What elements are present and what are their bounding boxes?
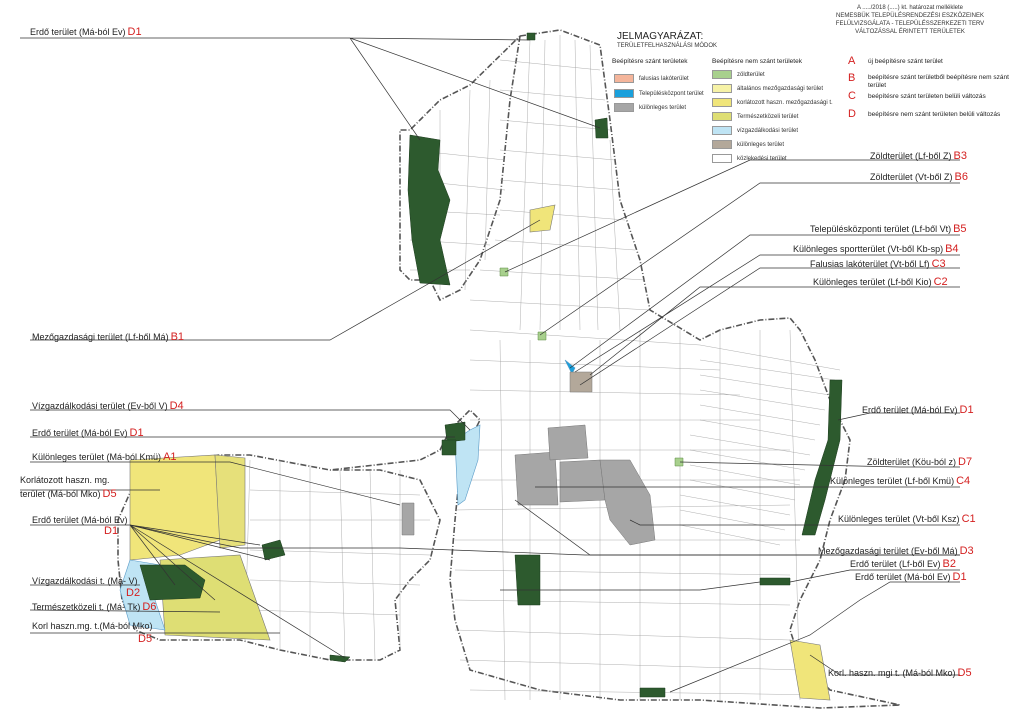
header-line-3: FELÜLVIZSGÁLATA - TELEPÜLÉSSZERKEZETI TE…	[835, 21, 985, 27]
legend-swatch	[614, 74, 634, 83]
annotation-d1-bottom: Erdő terület (Má-ból Ev) D1	[855, 571, 967, 583]
annotation-b2: Erdő terület (Lf-ből Ev) B2	[850, 558, 957, 570]
annotation-d1-top: Erdő terület (Má-ból Ev) D1	[30, 26, 142, 38]
change-text-d: beépítésre nem szánt területen belüli vá…	[868, 111, 1001, 118]
annotation-d5-left-1: Korlátozott haszn. mg.	[20, 475, 110, 485]
legend-swatch	[614, 89, 634, 98]
legend-item-vizgazdalkodasi: vízgazdálkodási terület	[712, 126, 798, 135]
header-line-1: A ...../2018 (.....) kt. határozat mellé…	[856, 5, 964, 11]
legend-swatch	[712, 126, 732, 135]
legend-swatch	[712, 112, 732, 121]
change-key-c: C	[848, 90, 856, 102]
annotation-d5-left-3: Korl haszn.mg. t.(Má-ból Mko)	[32, 621, 153, 631]
legend-item-kulonleges-unbuilt: különleges terület	[712, 140, 784, 149]
annotation-c2: Különleges terület (Lf-ből Kio) C2	[813, 276, 948, 288]
legend-item-kulonleges: különleges terület	[614, 103, 686, 112]
annotation-d1-right: Erdő terület (Má-ból Ev) D1	[862, 404, 974, 416]
legend-swatch	[712, 84, 732, 93]
change-key-b: B	[848, 72, 856, 84]
change-text-a: új beépítésre szánt terület	[868, 58, 943, 65]
legend-item-telepuleskozpont: Településközpont terület	[614, 89, 704, 98]
annotation-c1: Különleges terület (Vt-ből Ksz) C1	[838, 513, 976, 525]
change-text-c: beépítésre szánt területen belüli változ…	[868, 93, 986, 100]
legend-unbuilt-heading: Beépítésre nem szánt területek	[712, 58, 802, 65]
annotation-b5: Településközponti terület (Lf-ből Vt) B5	[810, 223, 967, 235]
legend-item-zold: zöldterület	[712, 70, 765, 79]
annotation-b6: Zöldterület (Vt-ből Z) B6	[870, 171, 968, 183]
annotation-d1-left: Erdő terület (Má-ból Ev)	[32, 515, 128, 525]
annotation-c4: Különleges terület (Lf-ből Kmü) C4	[830, 475, 971, 487]
change-key-d: D	[848, 108, 856, 120]
annotation-d5-left-2: terület (Má-ból Mko) D5	[20, 488, 117, 500]
header-line-2: NEMESBÜK TELEPÜLÉSRENDEZÉSI ESZKÖZEINEK	[836, 13, 984, 19]
annotation-d2: Vízgazdálkodási t. (Má- V)	[32, 576, 138, 586]
legend-title: JELMAGYARÁZAT:	[617, 31, 704, 42]
annotation-d5-left-3-code: D5	[138, 633, 153, 645]
document-header: A ...../2018 (.....) kt. határozat mellé…	[800, 4, 1020, 36]
annotation-d1-left-code: D1	[104, 525, 119, 537]
annotation-d5-right: Korl. haszn. mgi t. (Má-ból Mko) D5	[828, 667, 972, 679]
annotation-d4: Vízgazdálkodási terület (Ev-ből V) D4	[32, 400, 184, 412]
legend-item-falusias: falusias lakóterület	[614, 74, 689, 83]
annotation-b3: Zöldterület (Lf-ből Z) B3	[870, 150, 967, 162]
legend-swatch	[712, 98, 732, 107]
header-line-4: VÁLTOZÁSSAL ÉRINTETT TERÜLETEK	[855, 29, 965, 35]
legend-swatch	[614, 103, 634, 112]
annotation-d3: Mezőgazdasági terület (Ev-ből Má) D3	[818, 545, 974, 557]
legend-swatch	[712, 70, 732, 79]
change-text-b: beépítésre szánt területből beépítésre n…	[868, 74, 1009, 89]
annotation-d1-mid: Erdő terület (Má-ból Ev) D1	[32, 427, 144, 439]
legend-swatch	[712, 154, 732, 163]
annotation-a1: Különleges terület (Má-ból Kmü) A1	[32, 451, 177, 463]
change-key-a: A	[848, 55, 856, 67]
legend-built-heading: Beépítésre szánt területek	[612, 58, 688, 65]
legend-item-altalanos-mg: általános mezőgazdasági terület	[712, 84, 823, 93]
annotation-d2-code: D2	[126, 587, 141, 599]
annotation-b1: Mezőgazdasági terület (Lf-ből Má) B1	[32, 331, 185, 343]
legend-item-kozlekedesi: közlekedési terület	[712, 154, 787, 163]
annotation-d7: Zöldterület (Köu-ból z) D7	[867, 456, 973, 468]
annotation-b4: Különleges sportterület (Vt-ből Kb-sp) B4	[793, 243, 959, 255]
legend-swatch	[712, 140, 732, 149]
legend-subtitle: TERÜLETFELHASZNÁLÁSI MÓDOK	[617, 43, 718, 49]
legend-item-korlatozott-mg: korlátozott haszn. mezőgazdasági t.	[712, 98, 833, 107]
legend-item-termeszetkozeli: Természetközeli terület	[712, 112, 798, 121]
annotation-d6: Természetközeli t. (Má- Tk) D6	[32, 601, 157, 613]
annotation-c3: Falusias lakóterület (Vt-ből Lf) C3	[810, 258, 946, 270]
